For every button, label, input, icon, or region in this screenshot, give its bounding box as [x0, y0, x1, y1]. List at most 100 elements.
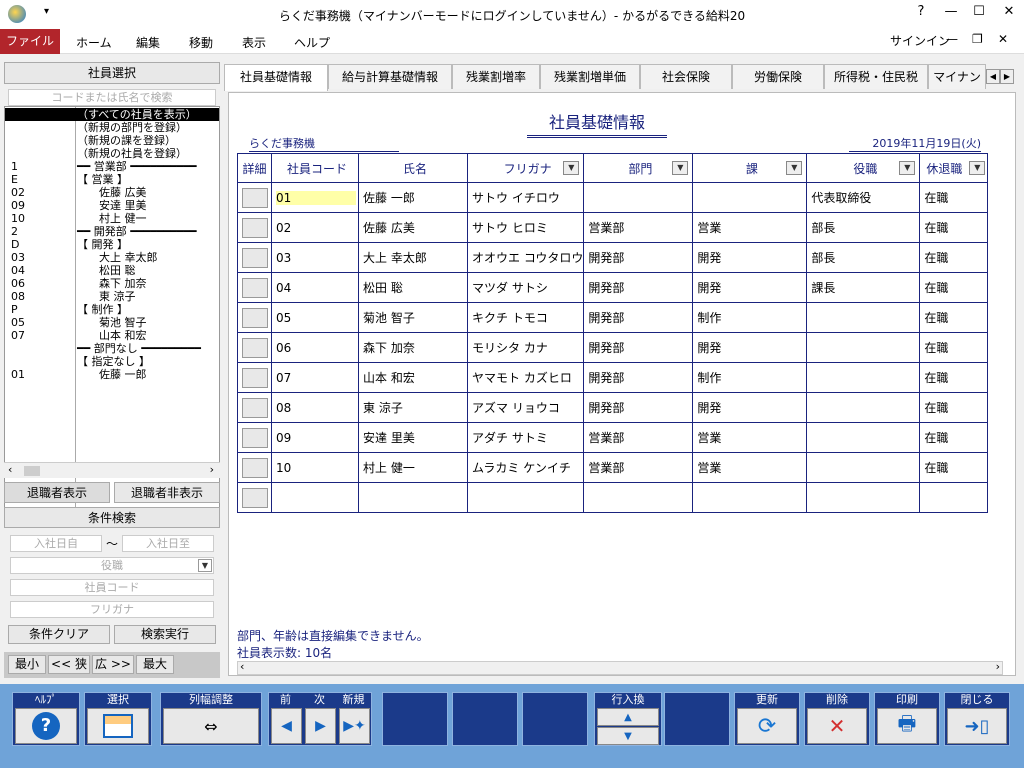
- col-code-header[interactable]: 社員コード: [271, 153, 359, 183]
- chevron-down-icon[interactable]: ▼: [198, 559, 212, 572]
- select-button[interactable]: [87, 708, 149, 744]
- dept-cell[interactable]: 開発部: [583, 242, 694, 273]
- clear-conditions-button[interactable]: 条件クリア: [8, 625, 110, 644]
- furigana-cell[interactable]: モリシタ カナ: [466, 332, 585, 363]
- status-cell[interactable]: 在職: [919, 212, 989, 243]
- section-cell[interactable]: 開発: [692, 272, 808, 303]
- tree-item[interactable]: 04 松田 聡: [5, 264, 219, 277]
- width-narrow-button[interactable]: << 狭: [48, 655, 90, 674]
- tree-item[interactable]: 09 安達 里美: [5, 199, 219, 212]
- name-cell[interactable]: [358, 482, 468, 513]
- width-max-button[interactable]: 最大: [136, 655, 174, 674]
- col-dept-header[interactable]: 部門 ▼: [583, 153, 694, 183]
- name-cell[interactable]: 松田 聡: [358, 272, 468, 303]
- tree-item[interactable]: P 【 制作 】: [5, 303, 219, 316]
- tree-item[interactable]: D 【 開発 】: [5, 238, 219, 251]
- dept-cell[interactable]: [583, 482, 694, 513]
- section-cell[interactable]: 制作: [692, 302, 808, 333]
- furigana-input[interactable]: フリガナ: [10, 601, 214, 618]
- position-cell[interactable]: [806, 452, 921, 483]
- furigana-cell[interactable]: オオウエ コウタロウ: [466, 242, 585, 273]
- position-filter-icon[interactable]: ▼: [899, 161, 916, 175]
- close-window-button[interactable]: ➜▯: [947, 708, 1007, 744]
- col-status-header[interactable]: 休退職 ▼: [919, 153, 989, 183]
- section-cell[interactable]: 制作: [692, 362, 808, 393]
- name-cell[interactable]: 森下 加奈: [358, 332, 468, 363]
- tree-item[interactable]: 08 東 涼子: [5, 290, 219, 303]
- tree-horizontal-scrollbar[interactable]: ‹ ›: [4, 462, 220, 478]
- help-caption-button[interactable]: ?: [906, 4, 936, 19]
- code-cell[interactable]: 04: [271, 272, 359, 303]
- menu-home[interactable]: ホーム: [76, 34, 112, 51]
- menu-file[interactable]: ファイル: [0, 29, 60, 54]
- name-cell[interactable]: 佐藤 広美: [358, 212, 468, 243]
- name-cell[interactable]: 大上 幸太郎: [358, 242, 468, 273]
- delete-button[interactable]: ✕: [807, 708, 867, 744]
- grid-scroll-left-icon[interactable]: ‹: [240, 660, 244, 673]
- name-cell[interactable]: 村上 健一: [358, 452, 468, 483]
- menu-help[interactable]: ヘルプ: [294, 34, 330, 51]
- name-cell[interactable]: 安達 里美: [358, 422, 468, 453]
- furigana-cell[interactable]: ヤマモト カズヒロ: [466, 362, 585, 393]
- tab-overtime-rate[interactable]: 残業割増率: [452, 64, 540, 89]
- position-cell[interactable]: 部長: [806, 242, 921, 273]
- tab-payroll-basic[interactable]: 給与計算基礎情報: [328, 64, 452, 89]
- tree-item[interactable]: 07 山本 和宏: [5, 329, 219, 342]
- status-cell[interactable]: 在職: [919, 422, 989, 453]
- tab-overtime-unit-price[interactable]: 残業割増単価: [540, 64, 640, 89]
- table-row[interactable]: 08 東 涼子 アズマ リョウコ 開発部 開発 在職: [237, 392, 989, 423]
- ribbon-close-button[interactable]: ✕: [998, 32, 1008, 46]
- status-cell[interactable]: 在職: [919, 452, 989, 483]
- section-filter-icon[interactable]: ▼: [786, 161, 803, 175]
- position-cell[interactable]: [806, 482, 921, 513]
- table-row[interactable]: 09 安達 里美 アダチ サトミ 営業部 営業 在職: [237, 422, 989, 453]
- search-input[interactable]: コードまたは氏名で検索: [8, 89, 216, 106]
- tree-item[interactable]: 1 ━━ 営業部 ━━━━━━━━━━: [5, 160, 219, 173]
- furigana-cell[interactable]: サトウ イチロウ: [466, 182, 585, 213]
- code-cell[interactable]: 07: [271, 362, 359, 393]
- col-section-header[interactable]: 課 ▼: [692, 153, 808, 183]
- position-cell[interactable]: 代表取締役: [806, 182, 921, 213]
- update-button[interactable]: ⟳: [737, 708, 797, 744]
- tree-item[interactable]: （新規の課を登録）: [5, 134, 219, 147]
- status-cell[interactable]: 在職: [919, 242, 989, 273]
- furigana-cell[interactable]: [466, 482, 585, 513]
- dept-filter-icon[interactable]: ▼: [672, 161, 689, 175]
- dept-cell[interactable]: [583, 182, 694, 213]
- dept-cell[interactable]: 営業部: [583, 422, 694, 453]
- show-retired-button[interactable]: 退職者表示: [4, 482, 110, 503]
- print-button[interactable]: 🖶: [877, 708, 937, 744]
- code-cell[interactable]: 02: [271, 212, 359, 243]
- status-cell[interactable]: 在職: [919, 362, 989, 393]
- tree-item[interactable]: ━━ 部門なし ━━━━━━━━━: [5, 342, 219, 355]
- row-up-button[interactable]: ▲: [597, 708, 659, 726]
- status-cell[interactable]: 在職: [919, 392, 989, 423]
- tree-item[interactable]: （新規の社員を登録）: [5, 147, 219, 160]
- tree-item[interactable]: 02 佐藤 広美: [5, 186, 219, 199]
- col-name-header[interactable]: 氏名: [358, 153, 468, 183]
- table-row[interactable]: 02 佐藤 広美 サトウ ヒロミ 営業部 営業 部長 在職: [237, 212, 989, 243]
- section-cell[interactable]: 開発: [692, 242, 808, 273]
- close-button[interactable]: ✕: [994, 4, 1024, 19]
- tab-income-resident-tax[interactable]: 所得税・住民税: [824, 64, 928, 89]
- status-filter-icon[interactable]: ▼: [969, 161, 986, 175]
- position-cell[interactable]: [806, 392, 921, 423]
- tree-item[interactable]: 06 森下 加奈: [5, 277, 219, 290]
- ribbon-restore-button[interactable]: ❐: [972, 32, 983, 46]
- table-row[interactable]: 04 松田 聡マツダ サトシ 開発部 開発 課長 在職: [237, 272, 989, 303]
- position-cell[interactable]: 部長: [806, 212, 921, 243]
- detail-button[interactable]: [241, 367, 268, 388]
- table-row[interactable]: 07 山本 和宏 ヤマモト カズヒロ 開発部 制作 在職: [237, 362, 989, 393]
- tab-social-insurance[interactable]: 社会保険: [640, 64, 732, 89]
- menu-edit[interactable]: 編集: [136, 34, 160, 51]
- tab-mynumber[interactable]: マイナン: [928, 64, 986, 89]
- table-row[interactable]: [237, 482, 989, 513]
- grid-scroll-right-icon[interactable]: ›: [996, 660, 1000, 673]
- status-cell[interactable]: 在職: [919, 332, 989, 363]
- execute-search-button[interactable]: 検索実行: [114, 625, 216, 644]
- menu-move[interactable]: 移動: [189, 34, 213, 51]
- section-cell[interactable]: [692, 182, 808, 213]
- width-wide-button[interactable]: 広 >>: [92, 655, 134, 674]
- ribbon-minimize-button[interactable]: —: [946, 32, 958, 46]
- detail-button[interactable]: [241, 307, 268, 328]
